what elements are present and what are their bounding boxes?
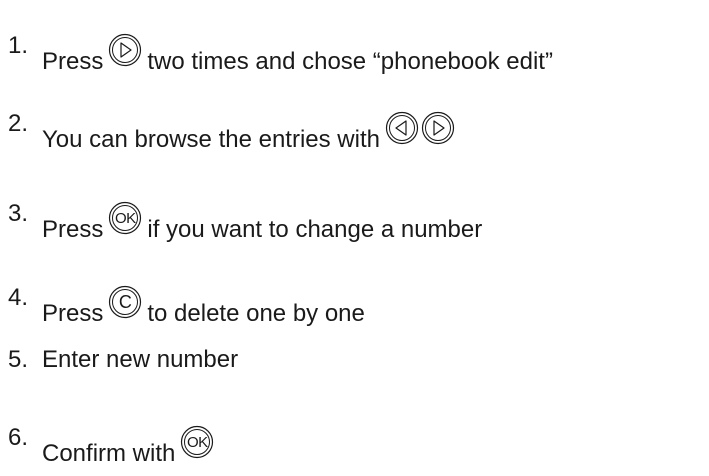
c-key-icon: C (107, 284, 143, 320)
step-text: Press OK if you want to change a number (42, 200, 482, 244)
step-text-before: Press (42, 216, 104, 243)
right-arrow-key-icon (107, 32, 143, 68)
ok-key-label: OK (187, 433, 208, 451)
ok-key-label: OK (115, 209, 136, 227)
step-text-before: Confirm with (42, 440, 176, 467)
step-number: 4. (8, 284, 29, 311)
ok-key-icon: OK (107, 200, 143, 236)
step-text-after: two times and chose “phonebook edit” (147, 48, 553, 75)
step-text: Press Cto delete one by one (42, 284, 365, 328)
step-number: 6. (8, 424, 29, 451)
step-number: 1. (8, 32, 29, 59)
ok-key-icon: OK (179, 424, 215, 460)
step-text-before: You can browse the entries with (42, 126, 380, 153)
right-arrow-key-icon (420, 110, 456, 146)
left-arrow-key-icon (384, 110, 420, 146)
step-number: 2. (8, 110, 29, 137)
step-text: Press two times and chose “phonebook edit… (42, 32, 553, 76)
step-number: 5. (8, 346, 29, 373)
step-text-before: Press (42, 300, 104, 327)
step-text-before: Press (42, 48, 104, 75)
step-number: 3. (8, 200, 29, 227)
step-text-after: to delete one by one (147, 300, 365, 327)
step-text: You can browse the entries with (42, 110, 460, 154)
step-text-after: if you want to change a number (147, 216, 483, 243)
step-text: Confirm with OK (42, 424, 219, 468)
step-text: Enter new number (42, 346, 239, 373)
c-key-label: C (118, 292, 132, 312)
